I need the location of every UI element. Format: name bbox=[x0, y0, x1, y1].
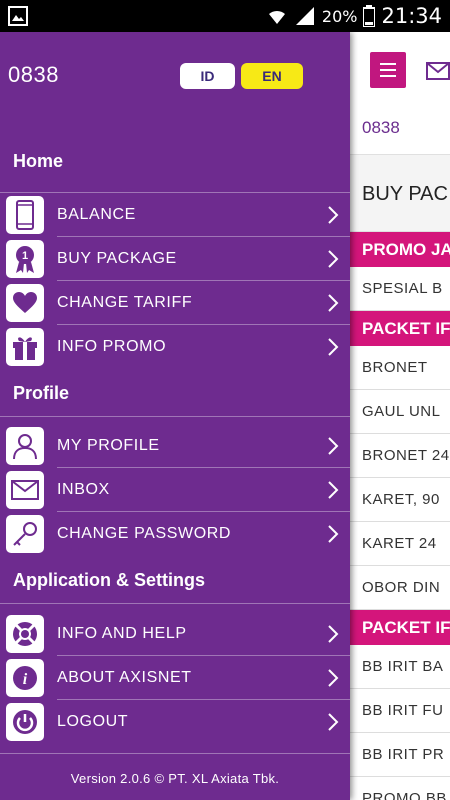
section-divider bbox=[0, 603, 350, 604]
heart-icon bbox=[6, 284, 44, 322]
chevron-right-icon bbox=[328, 525, 339, 543]
mail-icon[interactable] bbox=[426, 62, 450, 80]
hamburger-line bbox=[380, 63, 396, 65]
menu-item-label: ABOUT AXISNET bbox=[57, 669, 192, 686]
status-time: 21:34 bbox=[381, 4, 442, 28]
badge-icon: 1 bbox=[6, 240, 44, 278]
language-en-button[interactable]: EN bbox=[241, 63, 303, 89]
menu-item-label: INFO AND HELP bbox=[57, 625, 187, 642]
menu-item-change-password[interactable]: CHANGE PASSWORD bbox=[0, 512, 350, 556]
hamburger-line bbox=[380, 75, 396, 77]
battery-percent: 20% bbox=[321, 6, 358, 26]
menu-item-label: INFO PROMO bbox=[57, 338, 167, 355]
power-icon bbox=[6, 703, 44, 741]
list-item[interactable]: BB IRIT FU bbox=[350, 689, 450, 733]
footer-divider bbox=[0, 753, 350, 754]
menu-item-info-and-help[interactable]: INFO AND HELP bbox=[0, 612, 350, 656]
section-divider bbox=[0, 416, 350, 417]
version-footer: Version 2.0.6 © PT. XL Axiata Tbk. bbox=[70, 771, 280, 786]
menu-item-logout[interactable]: LOGOUT bbox=[0, 700, 350, 744]
list-section-header: PACKET IF bbox=[350, 311, 450, 346]
chevron-right-icon bbox=[328, 669, 339, 687]
chevron-right-icon bbox=[328, 206, 339, 224]
page-title-bar: BUY PAC bbox=[350, 154, 450, 232]
gallery-icon bbox=[8, 6, 28, 26]
chevron-right-icon bbox=[328, 294, 339, 312]
signal-icon bbox=[295, 7, 314, 25]
section-title-app-settings: Application & Settings bbox=[13, 570, 206, 590]
svg-text:1: 1 bbox=[22, 250, 28, 262]
section-title-home: Home bbox=[13, 151, 64, 171]
main-header: 0838 bbox=[350, 32, 450, 154]
menu-item-inbox[interactable]: INBOX bbox=[0, 468, 350, 512]
menu-item-label: LOGOUT bbox=[57, 713, 129, 730]
list-item[interactable]: GAUL UNL bbox=[350, 390, 450, 434]
menu-item-label: MY PROFILE bbox=[57, 437, 160, 454]
list-item[interactable]: BB IRIT PR bbox=[350, 733, 450, 777]
status-bar: 20% 21:34 bbox=[0, 0, 450, 32]
user-icon bbox=[6, 427, 44, 465]
chevron-right-icon bbox=[328, 437, 339, 455]
list-item[interactable]: SPESIAL B bbox=[350, 267, 450, 311]
list-item[interactable]: KARET, 90 bbox=[350, 478, 450, 522]
page-title: BUY PAC bbox=[362, 183, 448, 205]
menu-item-change-tariff[interactable]: CHANGE TARIFF bbox=[0, 281, 350, 325]
menu-item-balance[interactable]: BALANCE bbox=[0, 193, 350, 237]
menu-item-buy-package[interactable]: 1 BUY PACKAGE bbox=[0, 237, 350, 281]
menu-item-label: CHANGE TARIFF bbox=[57, 294, 193, 311]
menu-item-info-promo[interactable]: INFO PROMO bbox=[0, 325, 350, 369]
list-item[interactable]: BB IRIT BA bbox=[350, 645, 450, 689]
svg-text:i: i bbox=[23, 671, 28, 688]
navigation-drawer: 0838 ID EN Home BALANCE 1 BUY PACKAGE CH… bbox=[0, 32, 350, 800]
info-icon: i bbox=[6, 659, 44, 697]
language-toggle: ID EN bbox=[180, 63, 303, 89]
chevron-right-icon bbox=[328, 338, 339, 356]
menu-item-label: INBOX bbox=[57, 481, 110, 498]
section-title-profile: Profile bbox=[13, 383, 70, 403]
list-item[interactable]: KARET 24 bbox=[350, 522, 450, 566]
package-list: PROMO JA SPESIAL B PACKET IF BRONET GAUL… bbox=[350, 232, 450, 800]
gift-icon bbox=[6, 328, 44, 366]
chevron-right-icon bbox=[328, 481, 339, 499]
menu-item-my-profile[interactable]: MY PROFILE bbox=[0, 424, 350, 468]
list-item[interactable]: BRONET bbox=[350, 346, 450, 390]
lifebuoy-icon bbox=[6, 615, 44, 653]
main-page: 0838 BUY PAC PROMO JA SPESIAL B PACKET I… bbox=[350, 32, 450, 800]
battery-icon bbox=[363, 5, 376, 27]
wifi-icon bbox=[268, 10, 285, 24]
menu-item-label: BALANCE bbox=[57, 206, 136, 223]
envelope-icon bbox=[6, 471, 44, 509]
hamburger-line bbox=[380, 69, 396, 71]
list-item[interactable]: OBOR DIN bbox=[350, 566, 450, 610]
chevron-right-icon bbox=[328, 250, 339, 268]
list-item[interactable]: BRONET 24 bbox=[350, 434, 450, 478]
chevron-right-icon bbox=[328, 625, 339, 643]
phone-icon bbox=[6, 196, 44, 234]
list-section-header: PROMO JA bbox=[350, 232, 450, 267]
menu-item-label: BUY PACKAGE bbox=[57, 250, 177, 267]
menu-button[interactable] bbox=[370, 52, 406, 88]
main-phone-number: 0838 bbox=[362, 118, 400, 137]
chevron-right-icon bbox=[328, 713, 339, 731]
phone-number: 0838 bbox=[8, 62, 59, 87]
list-item[interactable]: PROMO BB bbox=[350, 777, 450, 800]
language-id-button[interactable]: ID bbox=[180, 63, 235, 89]
key-icon bbox=[6, 515, 44, 553]
menu-item-label: CHANGE PASSWORD bbox=[57, 525, 232, 542]
menu-item-about-axisnet[interactable]: i ABOUT AXISNET bbox=[0, 656, 350, 700]
list-section-header: PACKET IF bbox=[350, 610, 450, 645]
